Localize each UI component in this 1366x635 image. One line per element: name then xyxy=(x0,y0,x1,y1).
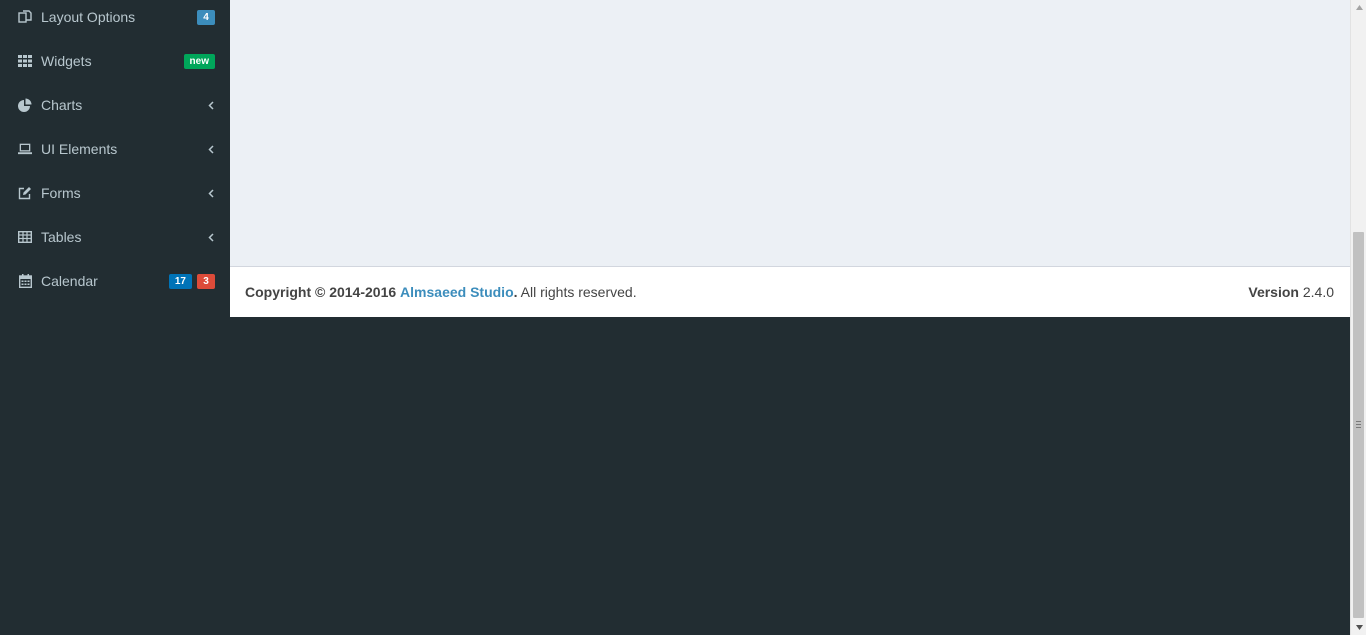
copyright-period: . xyxy=(513,284,518,300)
chevron-left-icon xyxy=(207,144,215,154)
sidebar-item-label: Charts xyxy=(41,97,83,113)
scroll-thumb[interactable] xyxy=(1353,232,1364,618)
sidebar-item-calendar[interactable]: Calendar 17 3 xyxy=(0,259,230,303)
calendar-icon xyxy=(18,274,32,288)
scroll-up-arrow-icon[interactable] xyxy=(1354,2,1364,12)
sidebar-item-tables[interactable]: Tables xyxy=(0,215,230,259)
scroll-down-arrow-icon[interactable] xyxy=(1354,622,1364,632)
sidebar-item-ui-elements[interactable]: UI Elements xyxy=(0,127,230,171)
edit-icon xyxy=(18,186,32,200)
pie-chart-icon xyxy=(18,98,32,112)
sidebar-item-charts[interactable]: Charts xyxy=(0,83,230,127)
main-footer: Copyright © 2014-2016 Almsaeed Studio. A… xyxy=(230,266,1350,317)
count-badge: 3 xyxy=(197,273,215,289)
sidebar-item-label: UI Elements xyxy=(41,141,118,157)
table-icon xyxy=(18,230,32,244)
sidebar-item-label: Forms xyxy=(41,185,81,201)
chevron-left-icon xyxy=(207,188,215,198)
rights-text: All rights reserved. xyxy=(520,284,637,300)
sidebar-item-forms[interactable]: Forms xyxy=(0,171,230,215)
sidebar: Layout Options 4 Widgets new Charts UI E… xyxy=(0,0,230,635)
sidebar-item-label: Tables xyxy=(41,229,82,245)
sidebar-item-layout-options[interactable]: Layout Options 4 xyxy=(0,0,230,39)
content-wrapper xyxy=(230,0,1350,266)
sidebar-item-widgets[interactable]: Widgets new xyxy=(0,39,230,83)
version-number: 2.4.0 xyxy=(1302,284,1334,300)
sidebar-item-label: Calendar xyxy=(41,273,98,289)
chevron-left-icon xyxy=(207,232,215,242)
copyright-prefix: Copyright © 2014-2016 xyxy=(245,284,397,300)
app-window: Layout Options 4 Widgets new Charts UI E… xyxy=(0,0,1366,635)
sidebar-item-label: Layout Options xyxy=(41,9,136,25)
th-icon xyxy=(18,54,32,68)
company-link[interactable]: Almsaeed Studio xyxy=(400,284,514,300)
count-badge: 4 xyxy=(197,9,215,25)
version-info: Version 2.4.0 xyxy=(1248,284,1334,300)
sidebar-item-label: Widgets xyxy=(41,53,92,69)
files-icon xyxy=(18,10,32,24)
vertical-scrollbar[interactable] xyxy=(1350,0,1366,635)
count-badge: 17 xyxy=(168,273,192,289)
version-label: Version xyxy=(1248,284,1299,300)
new-badge: new xyxy=(183,53,215,69)
laptop-icon xyxy=(18,142,32,156)
copyright-text: Copyright © 2014-2016 Almsaeed Studio. A… xyxy=(245,284,637,300)
chevron-left-icon xyxy=(207,100,215,110)
grip-icon xyxy=(1356,421,1361,428)
